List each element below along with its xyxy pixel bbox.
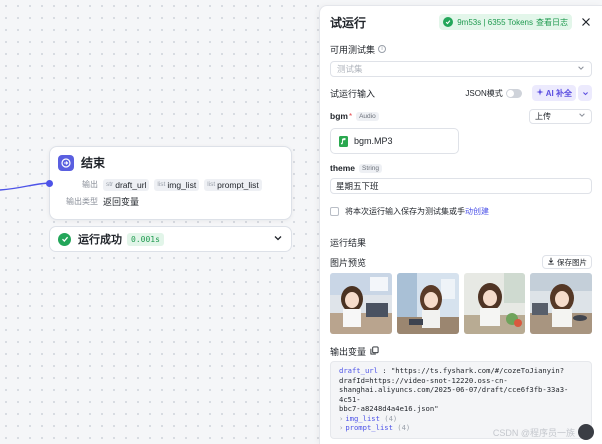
output-var-img-list: list img_list	[154, 178, 200, 191]
workflow-canvas[interactable]: 结束 输出 str draft_url list img_list list prom…	[0, 0, 320, 444]
node-title: 结束	[81, 156, 106, 170]
image-preview-label: 图片预览	[330, 257, 367, 268]
preview-image-3[interactable]	[463, 273, 526, 334]
watermark: CSDN @程序员一族	[493, 424, 594, 440]
save-images-button[interactable]: 保存图片	[542, 255, 592, 269]
output-type-label: 输出类型	[66, 197, 98, 206]
output-var-draft-url: str draft_url	[103, 178, 150, 191]
testset-placeholder: 测试集	[337, 64, 363, 74]
download-icon	[547, 257, 555, 267]
testset-label: 可用测试集	[330, 44, 376, 55]
input-section-label: 试运行输入	[330, 88, 376, 99]
check-icon	[443, 17, 454, 27]
json-value-line-1: "https://ts.fyshark.com/#/cozeToJianyin?	[390, 366, 565, 375]
upload-mode-select[interactable]: 上传	[529, 108, 592, 124]
status-badge: 9m53s | 6355 Tokens 查看日志	[439, 14, 572, 30]
preview-image-1[interactable]	[330, 273, 392, 334]
chevron-down-icon[interactable]	[273, 233, 283, 245]
json-mode-label: JSON模式	[465, 88, 503, 98]
avatar	[578, 424, 594, 440]
sparkle-icon	[536, 88, 544, 98]
ai-fill-dropdown[interactable]	[578, 85, 592, 101]
output-var-prompt-list: list prompt_list	[204, 178, 262, 191]
test-run-panel: 试运行 9m53s | 6355 Tokens 查看日志 可用测试集 i 测试集…	[319, 5, 602, 444]
view-log-link[interactable]: 查看日志	[536, 17, 568, 28]
check-icon	[58, 232, 71, 246]
run-status-bar[interactable]: 运行成功 0.001s	[49, 226, 292, 252]
json-value-line-4: bbc7-a8248d4a4e16.json"	[339, 404, 439, 414]
chevron-down-icon	[578, 111, 586, 121]
bgm-type-badge: Audio	[356, 111, 379, 121]
result-section-label: 运行结果	[330, 238, 367, 248]
save-testset-label: 将本次运行输入保存为测试集或手	[345, 206, 465, 216]
json-key-draft-url: draft_url	[339, 366, 378, 375]
json-node-img-list[interactable]: › img_list (4)	[339, 414, 583, 424]
save-testset-checkbox[interactable]	[330, 206, 339, 216]
required-mark: *	[348, 111, 353, 121]
input-port[interactable]	[46, 180, 53, 187]
end-node-icon	[58, 154, 74, 171]
run-time-badge: 0.001s	[127, 232, 164, 246]
create-manually-link[interactable]: 动创建	[465, 206, 489, 217]
json-mode-toggle[interactable]	[505, 88, 522, 98]
run-status-label: 运行成功	[78, 234, 122, 246]
chevron-down-icon	[577, 64, 585, 74]
json-value-line-2: drafId=https://video-snot-12220.oss-cn-	[339, 375, 508, 385]
bgm-field-name: bgm	[330, 111, 348, 121]
bgm-file-name: bgm.MP3	[354, 136, 393, 146]
output-type-value: 返回变量	[103, 197, 140, 207]
theme-field-name: theme	[330, 163, 356, 173]
output-vars-label: 输出变量	[330, 346, 367, 357]
audio-file-icon	[339, 135, 348, 147]
panel-title: 试运行	[330, 15, 367, 30]
theme-type-badge: String	[359, 163, 383, 173]
output-label: 输出	[82, 180, 98, 189]
testset-select[interactable]: 测试集	[330, 61, 592, 77]
preview-image-4[interactable]	[530, 273, 592, 334]
theme-input[interactable]: 星期五下班	[330, 178, 592, 194]
end-node[interactable]: 结束 输出 str draft_url list img_list list prom…	[46, 146, 292, 220]
status-text: 9m53s | 6355 Tokens	[457, 17, 533, 27]
copy-icon[interactable]	[370, 345, 379, 357]
info-icon[interactable]: i	[378, 45, 387, 53]
bgm-file-card[interactable]: bgm.MP3	[330, 128, 459, 154]
preview-image-2[interactable]	[396, 273, 459, 334]
ai-fill-button[interactable]: AI 补全	[531, 85, 576, 101]
close-icon[interactable]	[580, 16, 592, 28]
json-value-line-3: shanghai.aliyuncs.com/2025-06-07/draft/c…	[339, 385, 569, 404]
